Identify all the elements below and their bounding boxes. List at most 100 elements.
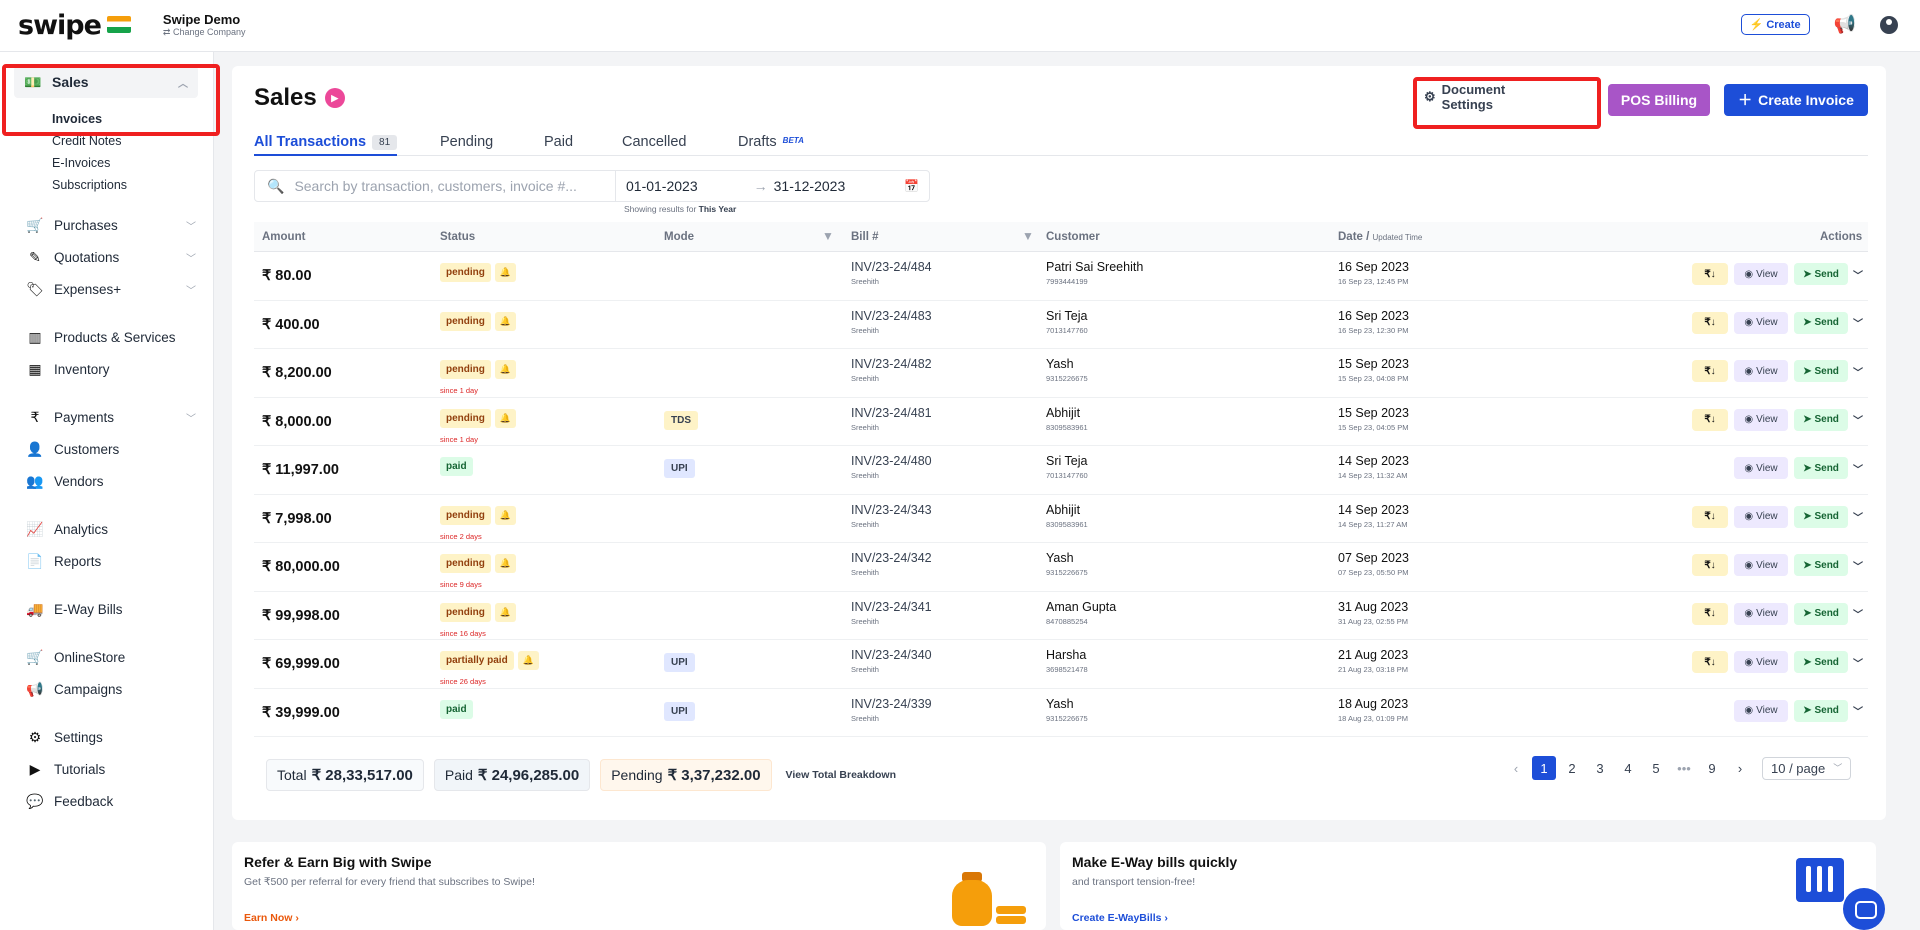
table-row[interactable]: ₹ 11,997.00 paid UPI INV/23-24/480 Sreehith S… xyxy=(254,446,1868,495)
send-button[interactable]: ➤ Send xyxy=(1794,602,1848,625)
bell-icon[interactable]: 🔔 xyxy=(494,602,517,622)
chevron-down-icon[interactable]: ﹀ xyxy=(1850,457,1866,479)
sidebar-item-quotations[interactable]: ✎ Quotations ﹀ xyxy=(26,246,196,268)
bill-number[interactable]: INV/23-24/484 Sreehith xyxy=(851,260,932,286)
date-from[interactable]: 01-01-2023 xyxy=(626,178,698,194)
table-row[interactable]: ₹ 80,000.00 pending 🔔 since 9 days INV/23-24… xyxy=(254,543,1868,592)
record-payment-button[interactable]: ₹↓ xyxy=(1692,360,1728,382)
send-button[interactable]: ➤ Send xyxy=(1794,554,1848,576)
sidebar-item-customers[interactable]: 👤 Customers xyxy=(26,438,196,460)
page-1[interactable]: 1 xyxy=(1532,756,1556,780)
chevron-down-icon[interactable]: ﹀ xyxy=(1850,360,1866,382)
filter-icon[interactable]: ▼ xyxy=(822,229,834,243)
bill-number[interactable]: INV/23-24/339 Sreehith xyxy=(851,697,932,723)
company-switcher[interactable]: Swipe Demo ⇄ Change Company xyxy=(163,13,246,37)
view-button[interactable]: ◉ View xyxy=(1734,554,1788,576)
view-button[interactable]: ◉ View xyxy=(1734,602,1788,625)
chevron-down-icon[interactable]: ﹀ xyxy=(1850,506,1866,528)
bill-number[interactable]: INV/23-24/340 Sreehith xyxy=(851,648,932,674)
customer[interactable]: Harsha 3698521478 xyxy=(1046,648,1088,674)
send-button[interactable]: ➤ Send xyxy=(1794,457,1848,479)
filter-icon[interactable]: ▼ xyxy=(1022,229,1034,243)
tab-cancelled[interactable]: Cancelled xyxy=(622,134,687,156)
bill-number[interactable]: INV/23-24/480 Sreehith xyxy=(851,454,932,480)
record-payment-button[interactable]: ₹↓ xyxy=(1692,651,1728,673)
record-payment-button[interactable]: ₹↓ xyxy=(1692,505,1728,528)
tab-paid[interactable]: Paid xyxy=(544,134,573,156)
bill-number[interactable]: INV/23-24/341 Sreehith xyxy=(851,600,932,626)
record-payment-button[interactable]: ₹↓ xyxy=(1692,408,1728,431)
bell-icon[interactable]: 🔔 xyxy=(517,651,539,670)
view-button[interactable]: ◉ View xyxy=(1734,408,1788,431)
table-row[interactable]: ₹ 69,999.00 partially paid 🔔 since 26 days U… xyxy=(254,640,1868,689)
sidebar-item-purchases[interactable]: 🛒 Purchases ﹀ xyxy=(26,214,196,236)
send-button[interactable]: ➤ Send xyxy=(1794,408,1848,431)
chevron-down-icon[interactable]: ﹀ xyxy=(1850,409,1866,431)
sidebar-sub-subscriptions[interactable]: Subscriptions xyxy=(52,178,127,192)
send-button[interactable]: ➤ Send xyxy=(1794,263,1848,285)
customer[interactable]: Abhijit 8309583961 xyxy=(1046,406,1088,432)
bill-number[interactable]: INV/23-24/482 Sreehith xyxy=(851,357,932,383)
bell-icon[interactable]: 🔔 xyxy=(494,263,517,282)
customer[interactable]: Sri Teja 7013147760 xyxy=(1046,309,1088,335)
sidebar-item-settings[interactable]: ⚙ Settings xyxy=(26,726,196,748)
chevron-down-icon[interactable]: ﹀ xyxy=(1850,554,1866,576)
sidebar-item-products-services[interactable]: ▥ Products & Services xyxy=(26,326,196,348)
page-4[interactable]: 4 xyxy=(1616,756,1640,780)
page-3[interactable]: 3 xyxy=(1588,756,1612,780)
pos-billing-button[interactable]: POS Billing xyxy=(1608,84,1710,116)
play-icon[interactable]: ▶ xyxy=(324,88,345,108)
table-row[interactable]: ₹ 8,000.00 pending 🔔 since 1 day TDS INV/23-2… xyxy=(254,398,1868,446)
table-row[interactable]: ₹ 400.00 pending 🔔 INV/23-24/483 Sreehith Sri… xyxy=(254,301,1868,349)
sidebar-sub-e-invoices[interactable]: E-Invoices xyxy=(52,156,110,170)
create-eway-bills-link[interactable]: Create E-WayBills › xyxy=(1072,912,1168,924)
sidebar-item-expenses[interactable]: 🏷 Expenses+ ﹀ xyxy=(26,278,196,300)
customer[interactable]: Patri Sai Sreehith 7993444199 xyxy=(1046,260,1143,286)
bill-number[interactable]: INV/23-24/343 Sreehith xyxy=(851,503,932,529)
bell-icon[interactable]: 🔔 xyxy=(494,554,517,573)
sidebar-sub-credit-notes[interactable]: Credit Notes xyxy=(52,134,121,148)
bell-icon[interactable]: 🔔 xyxy=(494,505,517,525)
record-payment-button[interactable]: ₹↓ xyxy=(1692,311,1728,334)
sidebar-item-analytics[interactable]: 📈 Analytics xyxy=(26,518,196,540)
record-payment-button[interactable]: ₹↓ xyxy=(1692,554,1728,576)
chat-support-icon[interactable] xyxy=(1843,888,1885,930)
date-range-picker[interactable]: 01-01-2023 → 31-12-2023 📅 xyxy=(615,171,931,201)
table-row[interactable]: ₹ 7,998.00 pending 🔔 since 2 days INV/23-24/… xyxy=(254,495,1868,543)
chevron-down-icon[interactable]: ﹀ xyxy=(1850,312,1866,334)
view-total-breakdown-link[interactable]: View Total Breakdown xyxy=(786,769,896,781)
profile-avatar-icon[interactable] xyxy=(1880,15,1898,34)
create-invoice-button[interactable]: ＋ Create Invoice xyxy=(1724,84,1868,116)
top-create-button[interactable]: ⚡ Create xyxy=(1740,14,1810,35)
search-input[interactable] xyxy=(294,178,605,194)
page-last[interactable]: 9 xyxy=(1700,756,1724,780)
view-button[interactable]: ◉ View xyxy=(1734,360,1788,382)
chevron-down-icon[interactable]: ﹀ xyxy=(1850,700,1866,722)
swipe-logo[interactable]: swipe xyxy=(18,10,131,41)
record-payment-button[interactable]: ₹↓ xyxy=(1692,263,1728,285)
bill-number[interactable]: INV/23-24/481 Sreehith xyxy=(851,406,932,432)
customer[interactable]: Aman Gupta 8470885254 xyxy=(1046,600,1116,626)
send-button[interactable]: ➤ Send xyxy=(1794,651,1848,673)
bell-icon[interactable]: 🔔 xyxy=(494,311,517,331)
change-company-link[interactable]: ⇄ Change Company xyxy=(163,27,246,38)
tab-drafts[interactable]: Drafts BETA xyxy=(738,134,804,156)
page-size-select[interactable]: 10 / page ﹀ xyxy=(1762,756,1852,780)
send-button[interactable]: ➤ Send xyxy=(1794,360,1848,382)
megaphone-icon[interactable]: 📢 xyxy=(1834,14,1856,35)
view-button[interactable]: ◉ View xyxy=(1734,311,1788,334)
send-button[interactable]: ➤ Send xyxy=(1794,505,1848,528)
bill-number[interactable]: INV/23-24/483 Sreehith xyxy=(851,309,932,335)
chevron-down-icon[interactable]: ﹀ xyxy=(1850,263,1866,285)
header-date[interactable]: Date / Updated Time xyxy=(1338,231,1422,243)
view-button[interactable]: ◉ View xyxy=(1734,651,1788,673)
send-button[interactable]: ➤ Send xyxy=(1794,311,1848,334)
table-row[interactable]: ₹ 8,200.00 pending 🔔 since 1 day INV/23-24/4… xyxy=(254,349,1868,398)
chevron-down-icon[interactable]: ﹀ xyxy=(1850,603,1866,625)
page-5[interactable]: 5 xyxy=(1644,756,1668,780)
tab-pending[interactable]: Pending xyxy=(440,134,493,156)
view-button[interactable]: ◉ View xyxy=(1734,263,1788,285)
sidebar-item-inventory[interactable]: ▦ Inventory xyxy=(26,358,196,380)
table-row[interactable]: ₹ 99,998.00 pending 🔔 since 16 days INV/23-2… xyxy=(254,592,1868,640)
sidebar-item-eway-bills[interactable]: 🚚 E-Way Bills xyxy=(26,598,196,620)
